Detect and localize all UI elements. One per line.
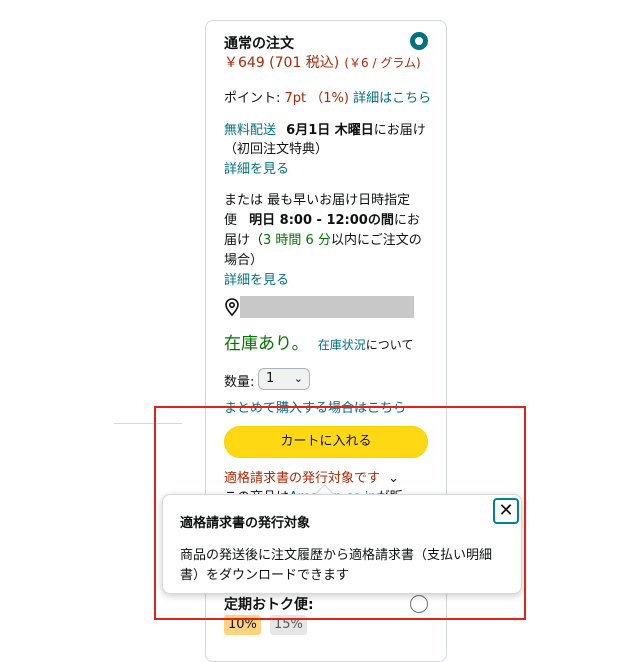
free-delivery-link[interactable]: 無料配送: [224, 123, 276, 138]
chevron-down-icon: ⌄: [293, 372, 303, 385]
delivery-suffix: にお届け: [373, 123, 426, 138]
stock-row: 在庫あり。 在庫状況について: [224, 329, 413, 354]
fastest-window: 明日 8:00 - 12:00の間: [249, 213, 394, 228]
stock-status: 在庫あり。: [224, 334, 309, 354]
quantity-select[interactable]: 1 ⌄: [258, 368, 310, 390]
redacted-address: [240, 296, 414, 318]
delivery-row: 無料配送 6月1日 木曜日にお届け: [224, 119, 426, 138]
fastest-line-2: 便 明日 8:00 - 12:00の間にお: [224, 209, 420, 228]
quantity-label: 数量:: [224, 375, 255, 390]
points-details-link[interactable]: 詳細はこちら: [353, 91, 431, 106]
fastest-line-1: または 最も早いお届け日時指定: [224, 189, 410, 208]
stock-suffix: について: [365, 338, 414, 352]
quantity-value: 1: [266, 371, 275, 386]
fastest-prefix: または: [224, 193, 264, 208]
points-label: ポイント:: [224, 91, 285, 106]
highlight-box: [154, 406, 526, 620]
stock-status-link[interactable]: 在庫状況: [318, 338, 366, 352]
fastest-line-4: 場合）: [224, 253, 264, 268]
points-row: ポイント: 7pt （1%) 詳細はこちら: [224, 87, 431, 106]
delivery-details-link[interactable]: 詳細を見る: [224, 158, 289, 177]
option-title: 通常の注文: [224, 36, 294, 52]
fastest-countdown: 3 時間 6 分: [263, 233, 331, 248]
fastest-order-within: 以内にご注文の: [330, 233, 422, 248]
delivery-date: 6月1日 木曜日: [286, 123, 374, 138]
price-row: ￥649 (701 税込) (￥6 / グラム): [224, 52, 421, 72]
fastest-details-link[interactable]: 詳細を見る: [224, 269, 289, 288]
option-radio-selected[interactable]: [410, 32, 428, 50]
fastest-bin: 便: [224, 213, 238, 228]
unit-price: (￥6 / グラム): [344, 56, 421, 70]
fastest-line-3: 届け（3 時間 6 分以内にご注文の: [224, 229, 422, 248]
fastest-suffix: にお: [393, 213, 420, 228]
fastest-deliver: 届け（: [224, 233, 264, 248]
price: ￥649 (701 税込): [224, 55, 340, 71]
location-pin-icon[interactable]: [224, 298, 240, 316]
fastest-text: 最も早いお届け日時指定: [267, 193, 411, 208]
points-value: 7pt （1%): [284, 91, 349, 106]
delivery-note: （初回注文特典）: [224, 142, 329, 157]
